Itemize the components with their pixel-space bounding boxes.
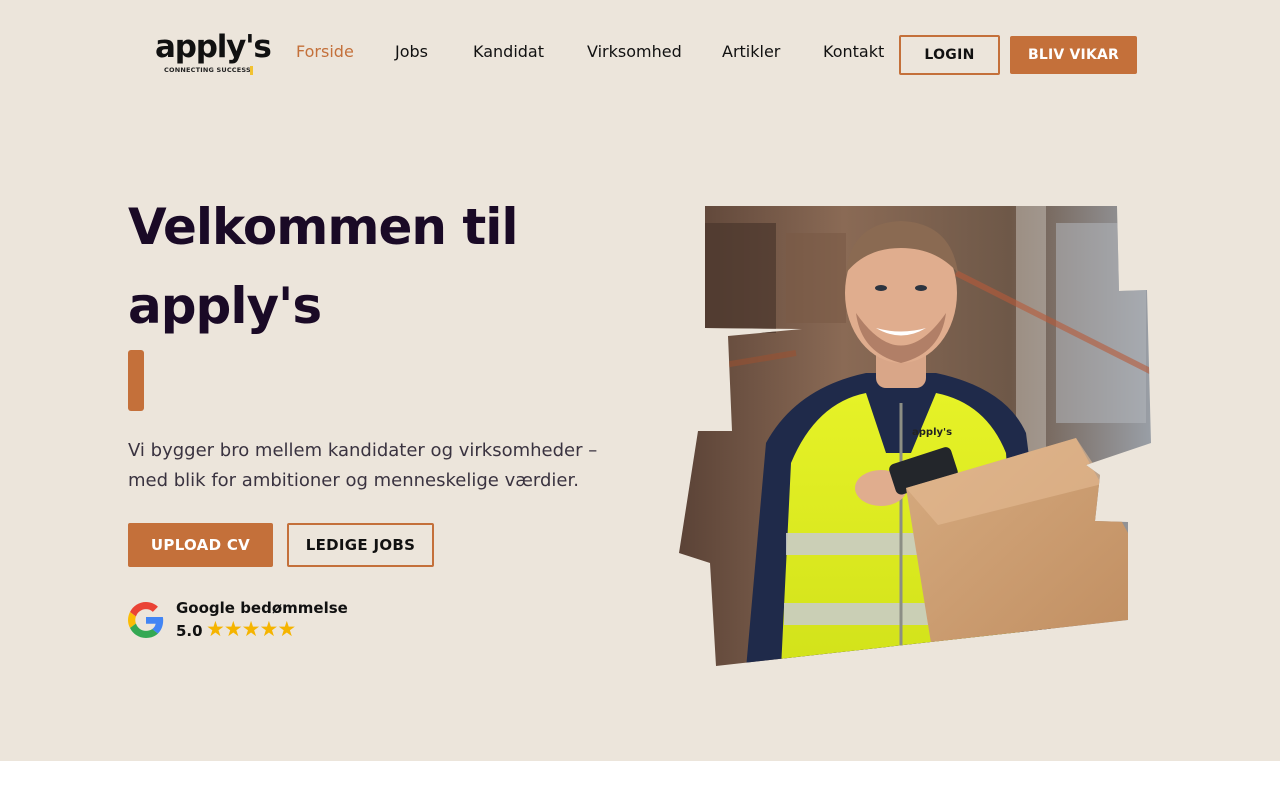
nav-item-jobs[interactable]: Jobs: [395, 42, 428, 61]
hero-photo: apply's: [679, 206, 1151, 666]
star-icon: ★: [259, 618, 278, 641]
bliv-vikar-button[interactable]: BLIV VIKAR: [1010, 36, 1137, 74]
hero-section: apply's CONNECTING SUCCESS Forside Jobs …: [0, 0, 1280, 761]
typing-cursor-bar: [128, 350, 144, 411]
ledige-jobs-button[interactable]: LEDIGE JOBS: [287, 523, 434, 567]
google-rating-score: 5.0: [176, 622, 203, 640]
star-icon: ★: [241, 618, 261, 641]
star-icon: ★: [277, 618, 296, 641]
hero-subtitle-line-1: Vi bygger bro mellem kandidater og virks…: [128, 440, 598, 461]
hero-title-line-1: Velkommen til: [128, 198, 519, 256]
star-icon: ★: [206, 618, 225, 641]
nav-item-virksomhed[interactable]: Virksomhed: [587, 42, 682, 61]
rating-stars: ★★★★★: [206, 618, 296, 642]
logo-tagline: CONNECTING SUCCESS: [164, 66, 251, 74]
google-rating-label: Google bedømmelse: [176, 599, 348, 617]
upload-cv-button[interactable]: UPLOAD CV: [128, 523, 273, 567]
hero-subtitle: Vi bygger bro mellem kandidater og virks…: [128, 436, 628, 496]
google-rating[interactable]: Google bedømmelse 5.0 ★★★★★: [128, 598, 368, 644]
google-icon: [128, 602, 164, 638]
star-icon: ★: [223, 618, 243, 641]
login-button[interactable]: LOGIN: [899, 35, 1000, 75]
hero-subtitle-line-2: med blik for ambitioner og menneskelige …: [128, 470, 579, 491]
nav-item-kandidat[interactable]: Kandidat: [473, 42, 544, 61]
hero-title-line-2: apply's: [128, 277, 322, 335]
nav-item-kontakt[interactable]: Kontakt: [823, 42, 884, 61]
logo-accent-bar: [250, 66, 253, 75]
vest-print: apply's: [912, 427, 952, 438]
nav-item-artikler[interactable]: Artikler: [722, 42, 780, 61]
nav-item-forside[interactable]: Forside: [296, 42, 354, 61]
hero-title: Velkommen til apply's: [128, 188, 608, 346]
